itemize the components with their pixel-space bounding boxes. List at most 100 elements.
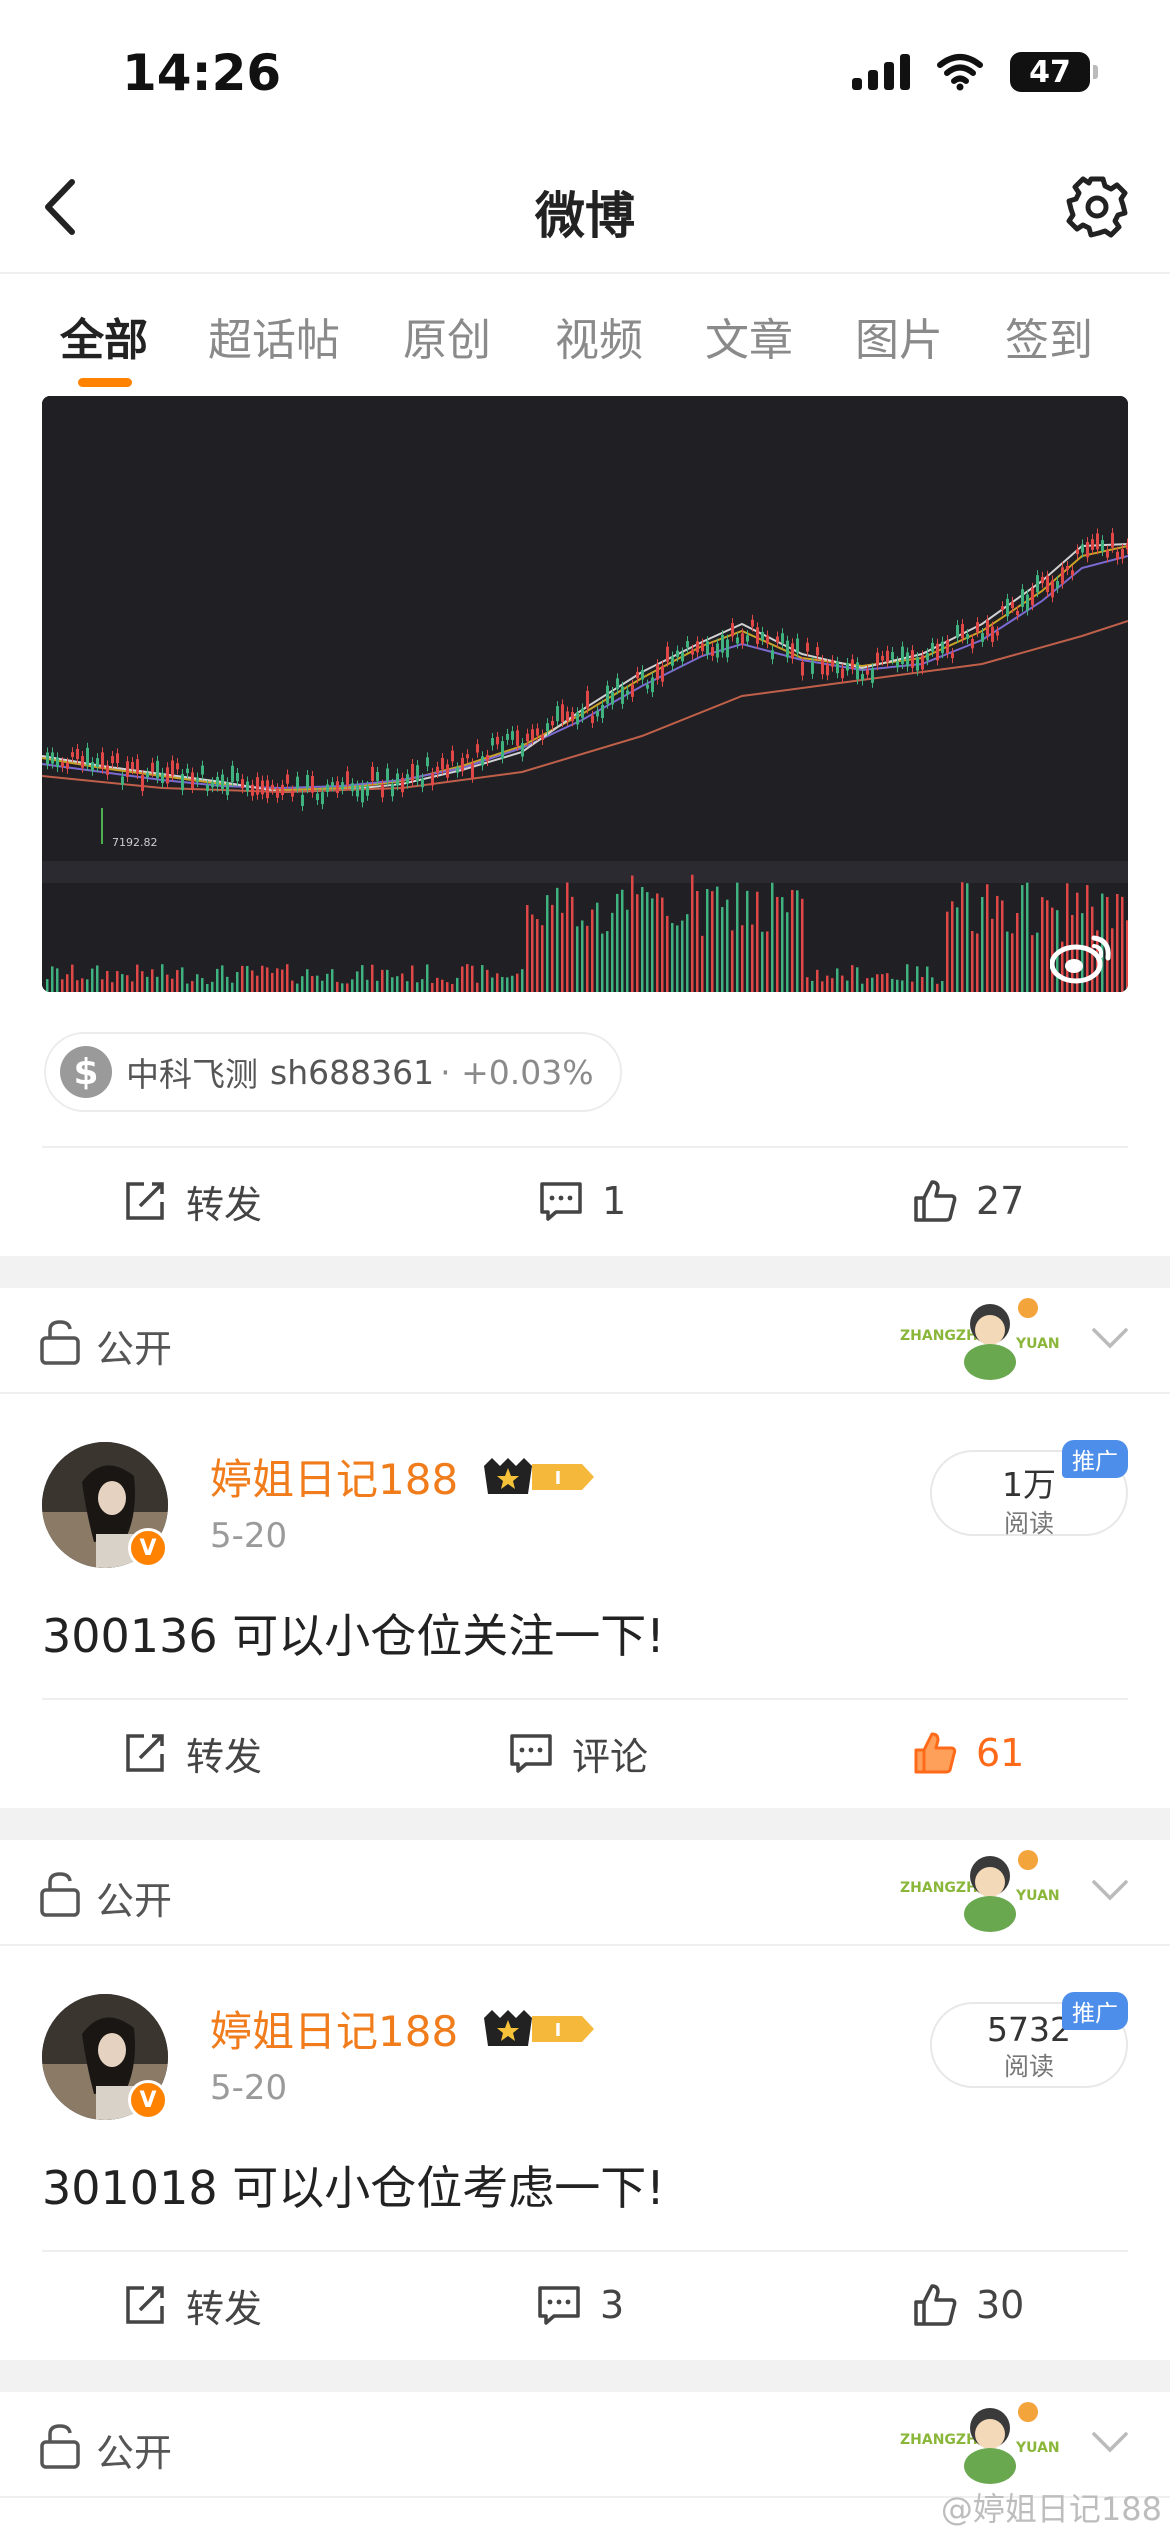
candle-body — [1091, 539, 1094, 550]
volume-bar — [661, 897, 664, 992]
volume-bar — [896, 979, 899, 992]
promotion-badge[interactable]: 推广 — [1062, 1992, 1128, 2030]
candle-body — [366, 785, 369, 796]
repost-button[interactable]: 转发 — [122, 1148, 262, 1254]
thumbs-up-filled-icon — [914, 1732, 957, 1774]
candle-body — [306, 775, 309, 789]
volume-bar — [1041, 897, 1044, 992]
volume-bar — [176, 970, 179, 992]
volume-bar — [241, 965, 244, 992]
stock-tag-chip[interactable]: $ 中科飞测 sh688361 · +0.03% — [44, 1032, 622, 1112]
volume-bar — [941, 981, 944, 992]
price-label: 7192.82 — [112, 836, 158, 849]
volume-bar — [171, 978, 174, 992]
candle-body — [371, 766, 374, 781]
candle-body — [976, 622, 979, 633]
volume-bar — [381, 969, 384, 992]
candle-body — [1046, 575, 1049, 593]
like-button[interactable]: 27 — [912, 1148, 1024, 1254]
candle-body — [286, 774, 289, 784]
tab-picture[interactable]: 图片 — [855, 304, 943, 368]
tab-check-in[interactable]: 签到 — [1005, 304, 1093, 368]
volume-bar — [191, 981, 194, 992]
volume-bar — [721, 907, 724, 992]
read-label: 阅读 — [1003, 2052, 1054, 2081]
vip-badge-icon[interactable]: I — [482, 1456, 596, 1498]
chevron-down-icon[interactable] — [1088, 1876, 1132, 1906]
volume-bar — [286, 964, 289, 992]
volume-bar — [266, 967, 269, 992]
vip-badge-icon[interactable]: I — [482, 2008, 596, 2050]
volume-bar — [631, 875, 634, 992]
volume-bar — [991, 918, 994, 992]
candle-body — [311, 776, 314, 793]
tab-all[interactable]: 全部 — [60, 304, 148, 368]
volume-bar — [971, 931, 974, 992]
stock-change: · +0.03% — [440, 1052, 594, 1092]
candle-body — [861, 674, 864, 681]
stock-chart-image[interactable]: 7192.82 — [42, 396, 1128, 992]
username[interactable]: 婷姐日记188 — [210, 1446, 458, 1507]
chevron-down-icon[interactable] — [1088, 2428, 1132, 2458]
weibo-watermark: @婷姐日记188 — [940, 2490, 1162, 2528]
wifi-icon — [937, 54, 983, 91]
volume-bar — [706, 888, 709, 992]
volume-bar — [786, 912, 789, 992]
volume-bar — [821, 981, 824, 992]
candle-body — [631, 684, 634, 697]
gear-icon[interactable] — [1062, 172, 1132, 242]
repost-button[interactable]: 转发 — [122, 1700, 262, 1806]
volume-bar — [641, 887, 644, 992]
candle-body — [1096, 533, 1099, 550]
tab-article[interactable]: 文章 — [705, 304, 793, 368]
candle-body — [171, 760, 174, 776]
candle-body — [971, 639, 974, 649]
candle-body — [791, 643, 794, 659]
candle-body — [266, 780, 269, 799]
chevron-down-icon[interactable] — [1088, 1324, 1132, 1354]
unlock-icon — [40, 2424, 80, 2469]
volume-bar — [451, 983, 454, 992]
tab-original[interactable]: 原创 — [403, 304, 491, 368]
candle-body — [111, 756, 114, 764]
candle-body — [926, 653, 929, 661]
repost-icon — [126, 1734, 164, 1772]
candle-body — [1041, 576, 1044, 584]
volume-bar — [586, 925, 589, 992]
candle-body — [346, 771, 349, 786]
username[interactable]: 婷姐日记188 — [210, 1998, 458, 2059]
tab-video[interactable]: 视频 — [555, 304, 643, 368]
volume-bar — [871, 977, 874, 992]
tab-super-topic[interactable]: 超话帖 — [208, 304, 340, 368]
volume-bar — [261, 965, 264, 992]
volume-bar — [431, 982, 434, 992]
volume-bar — [1001, 900, 1004, 992]
candle-body — [1116, 551, 1119, 560]
volume-bar — [836, 968, 839, 992]
candle-body — [1021, 589, 1024, 607]
candle-body — [186, 768, 189, 774]
volume-bar — [411, 965, 414, 992]
candle-body — [96, 758, 99, 767]
volume-bar — [101, 979, 104, 992]
like-button[interactable]: 30 — [912, 2252, 1024, 2358]
read-label: 阅读 — [1003, 1509, 1054, 1538]
comment-button[interactable]: 3 — [536, 2252, 624, 2358]
volume-bar — [851, 965, 854, 992]
like-button[interactable]: 61 — [912, 1700, 1024, 1806]
candle-body — [401, 777, 404, 793]
repost-label: 转发 — [186, 1734, 263, 1779]
volume-bar — [226, 976, 229, 992]
volume-bar — [981, 896, 984, 992]
promotion-badge[interactable]: 推广 — [1062, 1440, 1128, 1478]
thumbs-up-icon — [914, 1180, 957, 1222]
candle-body — [151, 762, 154, 773]
candle-body — [586, 690, 589, 709]
candle-body — [711, 647, 714, 657]
comment-button[interactable]: 评论 — [508, 1700, 648, 1806]
comment-button[interactable]: 1 — [538, 1148, 626, 1254]
volume-bar — [696, 891, 699, 992]
candle-body — [761, 631, 764, 641]
volume-bar — [876, 974, 879, 992]
repost-button[interactable]: 转发 — [122, 2252, 262, 2358]
